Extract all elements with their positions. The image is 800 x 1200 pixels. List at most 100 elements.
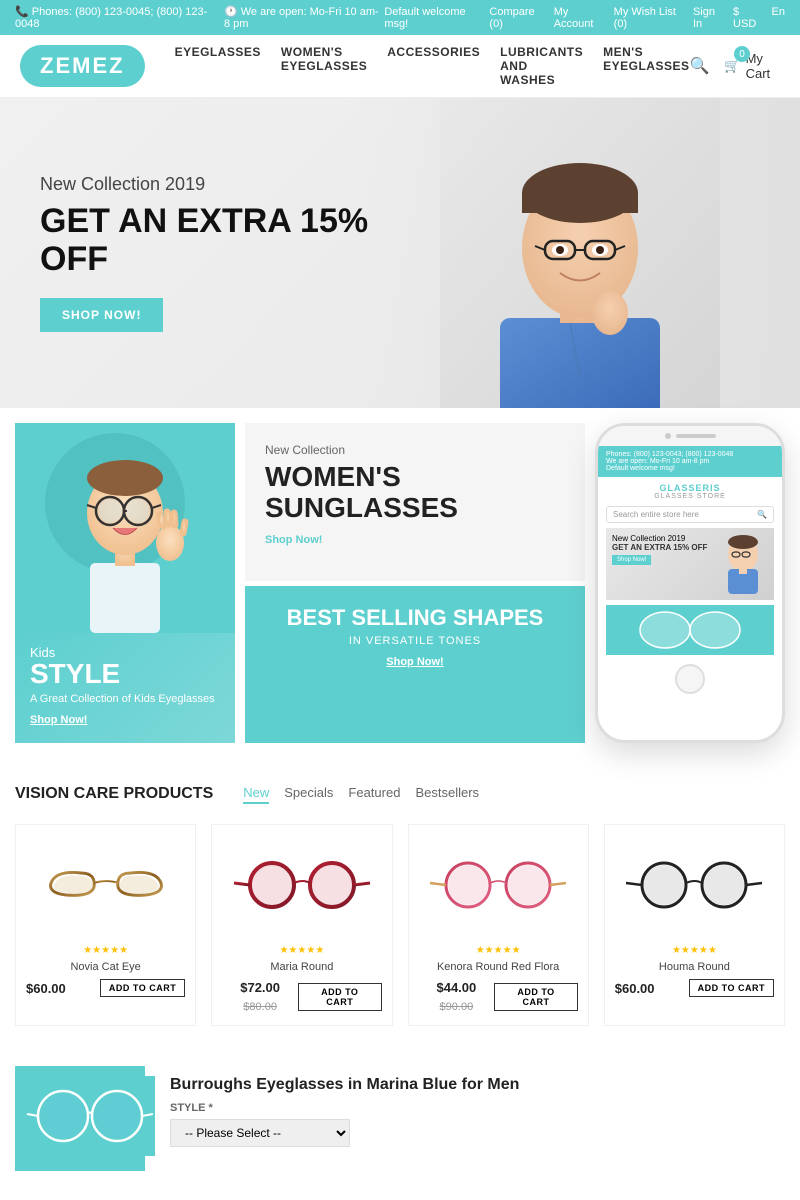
hero-person-illustration — [440, 98, 720, 408]
kids-card: Kids STYLE A Great Collection of Kids Ey… — [15, 423, 235, 743]
tab-featured[interactable]: Featured — [348, 783, 400, 804]
kids-shop-link[interactable]: Shop Now! — [30, 714, 87, 726]
product-price-row: $72.00 $80.00 ADD TO CART — [222, 979, 381, 1015]
phone-hero-btn[interactable]: Shop Now! — [612, 555, 651, 565]
phone-welcome: Default welcome msg! — [606, 465, 774, 472]
phone-top-bar — [598, 426, 782, 446]
product-price: $60.00 — [615, 981, 655, 996]
product-price: $72.00 — [240, 980, 280, 995]
phone-glasses-preview — [610, 605, 770, 655]
kids-card-content: Kids STYLE A Great Collection of Kids Ey… — [15, 630, 235, 743]
phone-hours: We are open: Mo-Fri 10 am-8 pm — [606, 458, 774, 465]
business-hours: 🕐 We are open: Mo-Fri 10 am-8 pm — [224, 5, 384, 30]
collections-section: Kids STYLE A Great Collection of Kids Ey… — [0, 408, 800, 758]
phone-hero-title: GET AN EXTRA 15% OFF — [612, 543, 707, 552]
glasses-maria — [232, 850, 372, 920]
womens-shop-link[interactable]: Shop Now! — [265, 534, 565, 546]
hero-content: New Collection 2019 GET AN EXTRA 15% OFF… — [40, 174, 436, 332]
bottom-glasses-preview — [25, 1076, 155, 1156]
womens-title: WOMEN'S SUNGLASSES — [265, 462, 565, 524]
header-actions: 🔍 🛒 0 My Cart — [689, 51, 780, 81]
product-stars: ★★★★★ — [419, 945, 578, 956]
wishlist-link[interactable]: My Wish List (0) — [614, 6, 683, 30]
bottom-left-banner — [15, 1066, 145, 1171]
shapes-card: BEST SELLING SHAPES IN VERSATILE TONES S… — [245, 586, 585, 744]
middle-cards: New Collection WOMEN'S SUNGLASSES Shop N… — [245, 423, 585, 743]
phone-numbers: 📞 Phones: (800) 123-0045; (800) 123-0048 — [15, 5, 209, 30]
product-name: Houma Round — [615, 961, 774, 973]
product-image — [222, 835, 381, 935]
account-link[interactable]: My Account — [554, 6, 604, 30]
bottom-right-product: Burroughs Eyeglasses in Marina Blue for … — [160, 1066, 785, 1171]
product-card: ★★★★★ Kenora Round Red Flora $44.00 $90.… — [408, 824, 589, 1026]
add-to-cart-button[interactable]: ADD TO CART — [298, 983, 382, 1011]
top-bar: 📞 Phones: (800) 123-0045; (800) 123-0048… — [0, 0, 800, 35]
phone-search[interactable]: Search entire store here 🔍 — [606, 506, 774, 523]
kids-title: STYLE — [30, 660, 220, 688]
logo[interactable]: ZEMEZ — [20, 45, 145, 87]
kids-subtitle: A Great Collection of Kids Eyeglasses — [30, 693, 220, 705]
product-price-row: $60.00 ADD TO CART — [26, 979, 185, 997]
product-price-row: $60.00 ADD TO CART — [615, 979, 774, 997]
product-card: ★★★★★ Novia Cat Eye $60.00 ADD TO CART — [15, 824, 196, 1026]
nav-accessories[interactable]: ACCESSORIES — [387, 45, 480, 87]
phone-content: Phones: (800) 123-0043; (800) 123-0048 W… — [598, 446, 782, 699]
cart-label: My Cart — [746, 51, 780, 81]
product-price-row: $44.00 $90.00 ADD TO CART — [419, 979, 578, 1015]
shapes-shop-link[interactable]: Shop Now! — [386, 656, 443, 668]
tab-bestsellers[interactable]: Bestsellers — [415, 783, 479, 804]
cart-button[interactable]: 🛒 0 My Cart — [724, 51, 780, 81]
top-bar-right: Default welcome msg! Compare (0) My Acco… — [384, 6, 785, 30]
phone-hero-subtitle: New Collection 2019 — [612, 534, 707, 543]
phone-search-icon: 🔍 — [757, 510, 767, 519]
nav-eyeglasses[interactable]: EYEGLASSES — [175, 45, 261, 87]
search-icon[interactable]: 🔍 — [689, 56, 709, 76]
product-name: Maria Round — [222, 961, 381, 973]
product-image — [615, 835, 774, 935]
products-section: VISION CARE PRODUCTS New Specials Featur… — [0, 758, 800, 1051]
products-section-title: VISION CARE PRODUCTS — [15, 785, 213, 803]
product-price: $44.00 — [436, 980, 476, 995]
phone-teal-bar: Phones: (800) 123-0043; (800) 123-0048 W… — [598, 446, 782, 477]
compare-link[interactable]: Compare (0) — [489, 6, 543, 30]
hero-title: GET AN EXTRA 15% OFF — [40, 203, 436, 278]
nav-womens[interactable]: WOMEN'S EYEGLASSES — [281, 45, 367, 87]
style-select[interactable]: -- Please Select -- — [170, 1119, 350, 1147]
product-price: $60.00 — [26, 981, 66, 996]
hero-subtitle: New Collection 2019 — [40, 174, 436, 195]
product-stars: ★★★★★ — [26, 945, 185, 956]
phone-teal-section — [606, 605, 774, 655]
currency-selector[interactable]: $ USD — [733, 6, 761, 30]
nav-lubricants[interactable]: LUBRICANTS AND WASHES — [500, 45, 583, 87]
phone-search-text: Search entire store here — [613, 510, 699, 519]
phone-hero-person — [718, 534, 768, 594]
signin-link[interactable]: Sign In — [693, 6, 723, 30]
phone-brand-subtitle: GLASSES STORE — [604, 493, 776, 500]
bottom-product-title: Burroughs Eyeglasses in Marina Blue for … — [170, 1076, 775, 1094]
womens-card: New Collection WOMEN'S SUNGLASSES Shop N… — [245, 423, 585, 581]
phone-mockup: Phones: (800) 123-0043; (800) 123-0048 W… — [595, 423, 785, 743]
top-bar-left: 📞 Phones: (800) 123-0045; (800) 123-0048… — [15, 5, 384, 30]
product-stars: ★★★★★ — [222, 945, 381, 956]
add-to-cart-button[interactable]: ADD TO CART — [494, 983, 578, 1011]
product-image — [26, 835, 185, 935]
phone-home-button[interactable] — [675, 664, 705, 694]
phone-brand: GLASSERIS GLASSES STORE — [598, 477, 782, 506]
hero-shop-button[interactable]: Shop Now! — [40, 298, 163, 332]
style-label: STYLE * — [170, 1102, 775, 1114]
nav-mens[interactable]: MEN'S EYEGLASSES — [603, 45, 689, 87]
product-stars: ★★★★★ — [615, 945, 774, 956]
phone-speaker — [676, 434, 716, 438]
phone-phones: Phones: (800) 123-0043; (800) 123-0048 — [606, 451, 774, 458]
tab-specials[interactable]: Specials — [284, 783, 333, 804]
products-tabs: New Specials Featured Bestsellers — [243, 783, 479, 804]
main-nav: EYEGLASSES WOMEN'S EYEGLASSES ACCESSORIE… — [175, 45, 690, 87]
shapes-title: BEST SELLING SHAPES — [265, 606, 565, 630]
add-to-cart-button[interactable]: ADD TO CART — [100, 979, 185, 997]
language-selector[interactable]: En — [772, 6, 785, 30]
bottom-section: Burroughs Eyeglasses in Marina Blue for … — [0, 1051, 800, 1186]
add-to-cart-button[interactable]: ADD TO CART — [689, 979, 774, 997]
tab-new[interactable]: New — [243, 783, 269, 804]
glasses-kenora — [428, 850, 568, 920]
products-grid: ★★★★★ Novia Cat Eye $60.00 ADD TO CART — [15, 824, 785, 1026]
